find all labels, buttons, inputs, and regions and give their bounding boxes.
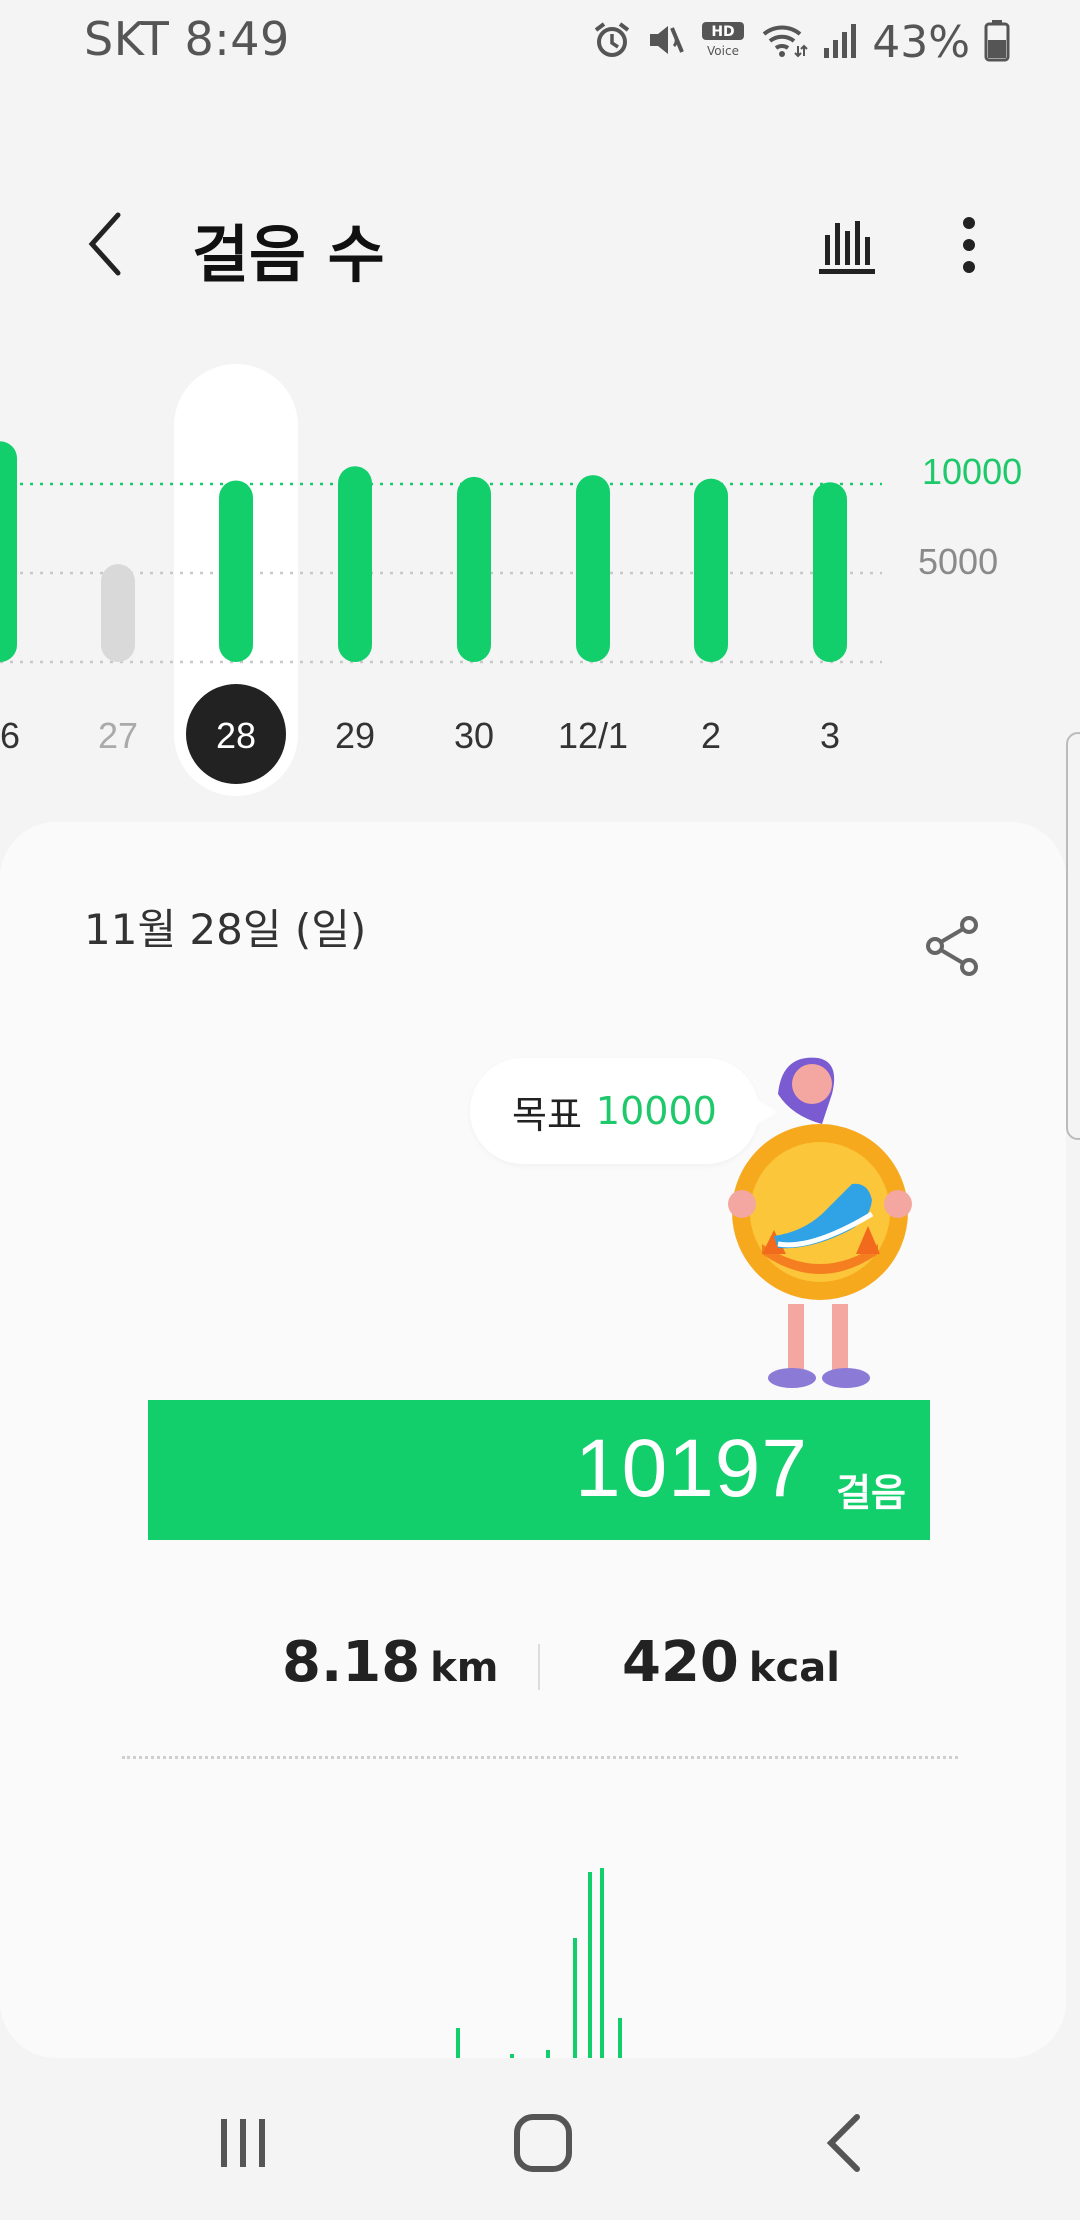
- goal-value: 10000: [595, 1089, 717, 1133]
- distance-value: 8.18: [282, 1630, 421, 1695]
- day-bar-3[interactable]: [813, 482, 847, 662]
- hourly-bar: [546, 2050, 550, 2058]
- bar-chart-icon: [819, 221, 875, 274]
- mid-line-label: 5000: [918, 541, 998, 582]
- daily-metrics: 8.18 km 420 kcal: [0, 1630, 1066, 1710]
- calories-unit: kcal: [748, 1645, 840, 1691]
- day-label-30[interactable]: 30: [454, 715, 494, 756]
- edge-panel-handle[interactable]: [1066, 732, 1080, 1140]
- battery-percent: 43%: [872, 16, 970, 68]
- recent-apps-button[interactable]: [198, 2098, 288, 2188]
- goal-line-label: 10000: [922, 451, 1022, 492]
- distance-unit: km: [430, 1645, 499, 1691]
- wifi-icon: [760, 20, 808, 64]
- back-icon: [826, 2114, 860, 2172]
- home-icon: [514, 2114, 572, 2172]
- day-bar-29[interactable]: [338, 466, 372, 662]
- metric-divider: [538, 1644, 540, 1690]
- status-icons: HD Voice 43%: [592, 14, 1010, 70]
- hd-voice-icon: HD Voice: [700, 20, 746, 64]
- back-arrow-icon: [88, 212, 121, 276]
- more-vertical-icon: [963, 217, 975, 273]
- voice-label: Voice: [707, 44, 739, 58]
- day-bar-2[interactable]: [694, 478, 728, 662]
- daily-steps-bar: 10197 걸음: [148, 1400, 930, 1540]
- day-label-2[interactable]: 2: [701, 715, 721, 756]
- hourly-bar: [588, 1872, 592, 2058]
- alarm-icon: [592, 20, 632, 64]
- day-bar-28[interactable]: [219, 480, 253, 662]
- day-label-3[interactable]: 3: [820, 715, 840, 756]
- signal-icon: [822, 20, 858, 64]
- hourly-bar: [573, 1938, 577, 2058]
- hd-label: HD: [712, 24, 735, 40]
- carrier-time: SKT 8:49: [84, 12, 290, 66]
- share-button[interactable]: [912, 906, 992, 986]
- goal-label: 목표: [512, 1092, 582, 1137]
- app-bar: 걸음 수: [0, 190, 1080, 300]
- day-label-12-1[interactable]: 12/1: [558, 715, 628, 756]
- hourly-bar: [618, 2018, 622, 2058]
- system-nav-bar: [0, 2058, 1080, 2220]
- hourly-bar: [456, 2028, 460, 2058]
- day-bar-12-1[interactable]: [576, 475, 610, 662]
- distance-metric: 8.18 km: [282, 1630, 498, 1695]
- status-bar: SKT 8:49 HD Voice 43%: [0, 0, 1080, 84]
- hourly-bar: [600, 1868, 604, 2058]
- trends-button[interactable]: [806, 206, 884, 284]
- selected-date: 11월 28일 (일): [84, 905, 367, 954]
- page-title: 걸음 수: [192, 218, 385, 291]
- daily-detail-card: 11월 28일 (일) 목표 10000 10197 걸음 8.18 km 42…: [0, 822, 1066, 2058]
- battery-icon: [984, 18, 1010, 66]
- day-bar-27[interactable]: [101, 564, 135, 662]
- more-options-button[interactable]: [930, 206, 1008, 284]
- calories-value: 420: [622, 1630, 739, 1695]
- recent-apps-icon: [221, 2119, 265, 2167]
- section-divider: [122, 1756, 958, 1759]
- nav-back-button[interactable]: [800, 2098, 890, 2188]
- day-label-27[interactable]: 27: [98, 715, 138, 756]
- goal-achieved-mascot: [728, 1057, 912, 1388]
- day-label-28[interactable]: 28: [216, 715, 256, 756]
- day-bar-30[interactable]: [457, 476, 491, 662]
- day-bar-26[interactable]: [0, 441, 17, 662]
- mute-icon: [646, 20, 686, 64]
- steps-count: 10197: [574, 1423, 808, 1514]
- home-button[interactable]: [498, 2098, 588, 2188]
- back-button[interactable]: [70, 208, 142, 280]
- weekly-steps-chart[interactable]: 26 27 28 29 30 12/1 2 3 10000 5000: [0, 360, 1080, 810]
- share-icon: [926, 916, 978, 976]
- day-label-29[interactable]: 29: [335, 715, 375, 756]
- calories-metric: 420 kcal: [622, 1630, 840, 1695]
- day-label-26[interactable]: 26: [0, 715, 20, 756]
- goal-bubble: 목표 10000: [470, 1058, 777, 1164]
- hourly-steps-chart[interactable]: [0, 1822, 1066, 2058]
- steps-unit: 걸음: [836, 1471, 906, 1515]
